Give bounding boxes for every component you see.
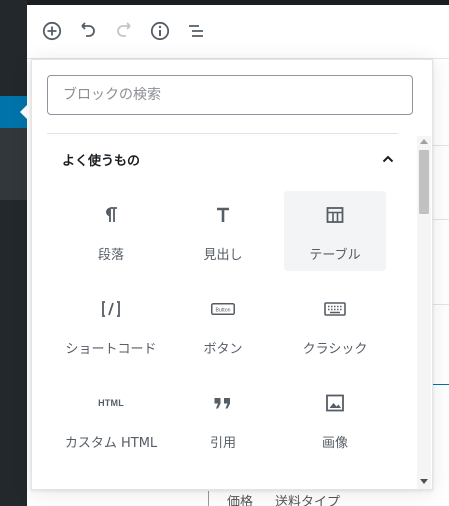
block-paragraph[interactable]: 段落 [60,191,162,271]
scrollbar-thumb[interactable] [419,150,429,214]
block-label: 段落 [97,248,124,263]
block-label: カスタム HTML [64,436,158,451]
shortcode-icon [60,298,162,320]
scrollbar[interactable] [417,136,431,489]
redo-button[interactable] [109,16,139,46]
quote-icon [172,392,274,414]
block-shortcode[interactable]: ショートコード [60,285,162,365]
undo-icon [81,22,95,37]
block-label: 見出し [203,248,243,263]
add-block-button[interactable] [37,16,67,46]
background-cell-price: 価格 [227,495,254,506]
block-quote[interactable]: 引用 [172,379,274,459]
block-table[interactable]: テーブル [284,191,386,271]
heading-icon [172,204,274,226]
paragraph-icon [60,204,162,226]
admin-sidebar [0,0,27,506]
block-navigation-button[interactable] [181,16,211,46]
editor-canvas-edge [431,59,449,506]
block-image[interactable]: 画像 [284,379,386,459]
redo-icon [117,22,131,37]
panel-title: よく使うもの [62,154,141,169]
background-cell-shipping: 送料タイプ [275,495,341,506]
block-inserter-popover: よく使うもの 段落 見出し [31,59,433,490]
image-icon [284,392,386,414]
block-label: ボタン [203,342,243,357]
block-heading[interactable]: 見出し [172,191,274,271]
focus-line [431,384,449,385]
plus-circle-icon [42,21,62,41]
block-label: クラシック [302,342,368,357]
list-icon [189,25,203,37]
block-label: テーブル [309,248,361,263]
block-label: ショートコード [65,342,157,357]
panel-header-frequently-used[interactable]: よく使うもの [49,146,399,170]
info-button[interactable] [145,16,175,46]
button-icon-text: Button [216,307,231,313]
block-button[interactable]: Button ボタン [172,285,274,365]
table-icon [284,204,386,226]
block-label: 引用 [209,436,236,451]
scroll-up-arrow-icon[interactable] [420,139,428,144]
editor-toolbar [27,5,449,59]
admin-submenu [0,128,27,200]
block-search-input[interactable] [47,75,413,115]
block-classic[interactable]: クラシック [284,285,386,365]
keyboard-icon [284,298,386,320]
undo-button[interactable] [73,16,103,46]
chevron-up-icon[interactable] [377,148,399,170]
html-icon-text: HTML [98,398,124,408]
block-custom-html[interactable]: HTML カスタム HTML [60,379,162,459]
block-label: 画像 [321,436,348,451]
scroll-down-arrow-icon[interactable] [420,479,428,484]
button-icon: Button [172,298,274,320]
info-icon [150,21,170,41]
divider [47,133,398,134]
admin-menu-active-item[interactable] [0,96,27,128]
html-icon: HTML [60,392,162,414]
background-table-fragment: 価格 送料タイプ [208,491,399,506]
